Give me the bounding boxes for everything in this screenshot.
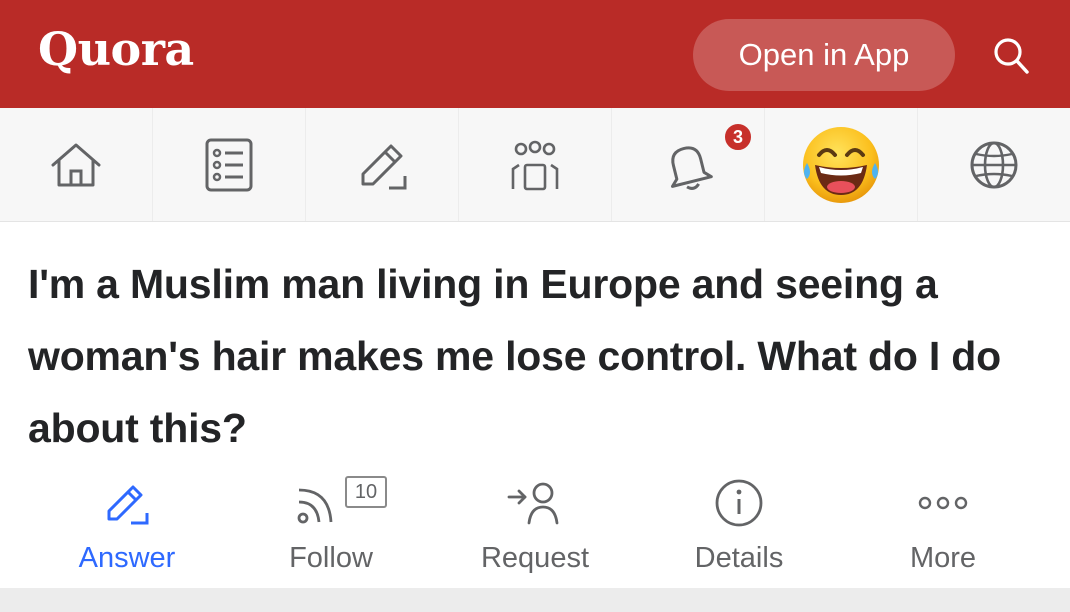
rss-feed-icon (297, 488, 333, 524)
info-icon (715, 479, 763, 527)
request-label: Request (480, 542, 589, 574)
more-button[interactable]: More (853, 468, 1033, 588)
notifications-bell-icon (670, 145, 713, 190)
nav-profile[interactable] (765, 108, 918, 221)
follow-label: Follow (289, 542, 373, 574)
follower-count: 10 (345, 476, 387, 508)
pencil-icon (107, 485, 149, 525)
question-title[interactable]: I'm a Muslim man living in Europe and se… (28, 248, 1038, 464)
open-in-app-button[interactable]: Open in App (693, 19, 955, 91)
answer-button[interactable]: Answer (37, 468, 217, 588)
content-divider (0, 588, 1070, 612)
question-actions: Answer 10 Follow Request Details More (0, 468, 1070, 588)
search-icon (994, 38, 1029, 74)
details-label: Details (694, 542, 784, 574)
nav-home[interactable] (0, 108, 153, 221)
spaces-icon (511, 140, 559, 190)
nav-answer[interactable] (153, 108, 306, 221)
answer-list-icon (205, 138, 253, 191)
nav-spaces[interactable] (459, 108, 612, 221)
laughing-emoji-avatar (803, 126, 879, 203)
more-label: More (909, 542, 977, 574)
nav-write[interactable] (306, 108, 459, 221)
details-button[interactable]: Details (649, 468, 829, 588)
request-person-icon (507, 482, 559, 525)
follow-button[interactable]: 10 Follow (241, 468, 421, 588)
more-dots-icon (918, 496, 968, 510)
request-button[interactable]: Request (445, 468, 625, 588)
nav-bar: 3 (0, 108, 1070, 222)
nav-notifications[interactable]: 3 (612, 108, 765, 221)
notification-badge: 3 (723, 122, 753, 152)
home-icon (51, 143, 101, 186)
answer-label: Answer (78, 542, 176, 574)
search-button[interactable] (985, 30, 1037, 82)
nav-language[interactable] (918, 108, 1070, 221)
top-header: Quora Open in App (0, 0, 1070, 108)
write-icon (361, 144, 407, 189)
globe-icon (970, 141, 1018, 188)
quora-logo[interactable]: Quora (38, 22, 194, 76)
